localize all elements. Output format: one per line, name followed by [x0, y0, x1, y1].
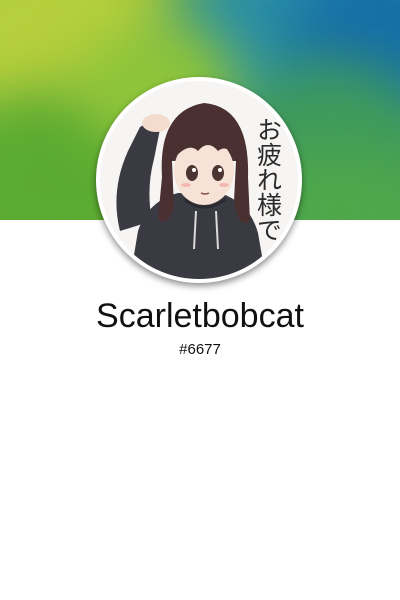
avatar[interactable]: お疲れ様で	[96, 77, 302, 283]
user-discriminator: #6677	[179, 341, 221, 358]
avatar-image: お疲れ様で	[100, 81, 298, 279]
username: Scarletbobcat	[96, 297, 304, 335]
avatar-caption: お疲れ様で	[254, 117, 283, 242]
profile-card: お疲れ様で Scarletbobcat #6677	[0, 0, 400, 600]
